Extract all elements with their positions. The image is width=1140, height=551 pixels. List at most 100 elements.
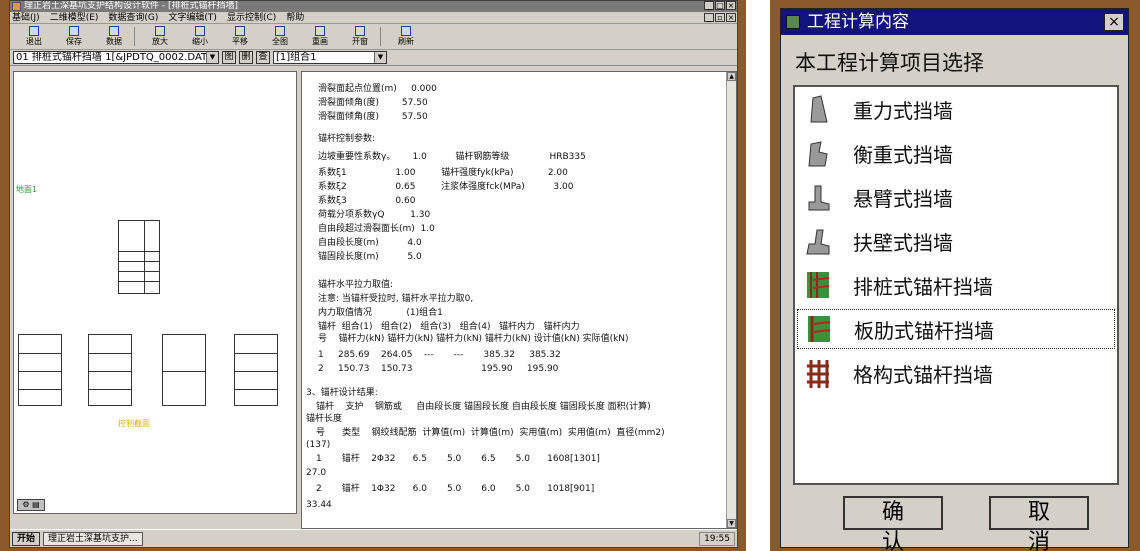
list-item[interactable]: 排桩式锚杆挡墙 [797,265,1115,305]
project-type-list[interactable]: 重力式挡墙衡重式挡墙悬臂式挡墙扶壁式挡墙排桩式锚杆挡墙 板肋式锚杆挡墙格构式锚杆挡… [793,85,1119,485]
toolbar-label: 数据 [106,37,122,46]
force-diagram-4 [234,334,278,406]
toolbar-button-9[interactable]: 刷新 [386,24,426,49]
list-item-label: 板肋式锚杆挡墙 [854,318,994,343]
window-title: 理正岩土深基坑支护结构设计软件 - [排桩式锚杆挡墙] [24,1,238,11]
app-background: 理正岩土深基坑支护结构设计软件 - [排桩式锚杆挡墙] _ □ × 基础(J) 二… [0,0,746,551]
toolbar-icon [355,26,365,36]
mdi-restore-button[interactable]: ▫ [715,13,725,22]
toolbar-icon [195,26,205,36]
system-tray-clock: 19:55 [699,531,735,546]
toolbar: 退出 保存 数据 放大 缩小 平移 全图 重画 开窗 刷新 [10,24,737,50]
dialog-prompt: 本工程计算项目选择 [795,51,984,75]
toolbar-button-1[interactable]: 保存 [54,24,94,49]
toolbar-label: 退出 [26,37,42,46]
menu-item-3[interactable]: 文字编辑(T) [168,12,217,23]
pane-tab[interactable]: ⚙ ▤ [17,499,45,511]
result-line: 33.44 [306,500,332,510]
result-line: 号 锚杆力(kN) 锚杆力(kN) 锚杆力(kN) 锚杆力(kN) 设计值(kN… [318,334,629,344]
window-titlebar: 理正岩土深基坑支护结构设计软件 - [排桩式锚杆挡墙] _ □ × [10,1,737,12]
lattice-anchor-wall-icon [801,356,835,390]
menu-item-1[interactable]: 二维模型(E) [50,12,99,23]
file-select[interactable]: 01 排桩式锚杆挡墙 1[&JPDTQ_0002.DAT ▼ [13,51,219,64]
result-line: 2 锚杆 1Φ32 6.0 5.0 6.0 5.0 1018[901] [316,484,595,494]
toolbar-icon [275,26,285,36]
menu-item-5[interactable]: 帮助 [286,12,304,23]
result-line: 锚杆长度 [306,414,343,424]
menu-item-2[interactable]: 数据查询(G) [108,12,158,23]
filebar-button-1[interactable]: 图 [222,51,236,64]
toolbar-button-7[interactable]: 重画 [300,24,340,49]
force-diagram-3 [162,334,206,406]
list-item-label: 衡重式挡墙 [853,142,953,167]
calc-content-dialog: 工程计算内容 × 本工程计算项目选择 重力式挡墙衡重式挡墙悬臂式挡墙扶壁式挡墙排… [780,8,1129,551]
start-button[interactable]: 开始 [12,531,41,546]
minimize-button[interactable]: _ [704,1,714,10]
chevron-down-icon: ▼ [374,52,386,63]
toolbar-label: 缩小 [192,37,208,46]
result-line: 滑裂面起点位置(m) 0.000 [318,84,437,94]
cancel-button[interactable]: 取消 [989,496,1089,551]
filebar-button-3[interactable]: 查 [256,51,270,64]
list-item[interactable]: 扶壁式挡墙 [797,221,1115,261]
file-bar: 01 排桩式锚杆挡墙 1[&JPDTQ_0002.DAT ▼ 图 删 查 [1]… [10,50,737,66]
dialog-app-icon [786,15,800,29]
toolbar-label: 刷新 [398,37,414,46]
scroll-up-icon[interactable]: ▲ [727,72,736,81]
toolbar-button-4[interactable]: 缩小 [180,24,220,49]
ok-button[interactable]: 确认 [843,496,943,551]
toolbar-button-2[interactable]: 数据 [94,24,134,49]
toolbar-icon [109,26,119,36]
section-label: 控制截面 [118,419,150,428]
maximize-button[interactable]: □ [715,1,725,10]
diagram-pane[interactable]: 地面1 控制截面 ⚙ ▤ [13,71,297,514]
ground-label: 地面1 [16,185,38,194]
result-line: 系数ξ2 0.65 注浆体强度fck(MPa) 3.00 [318,182,574,192]
list-item-label: 悬臂式挡墙 [853,186,953,211]
result-line: 1 锚杆 2Φ32 6.5 5.0 6.5 5.0 1608[1301] [316,454,600,464]
result-line: 注意: 当锚杆受拉时, 锚杆水平拉力取0, [318,294,474,304]
results-pane[interactable]: 滑裂面起点位置(m) 0.000 滑裂面倾角(度) 57.50 滑裂面倾角(度) 5… [301,71,737,529]
toolbar-label: 放大 [152,37,168,46]
list-item[interactable]: 悬臂式挡墙 [797,177,1115,217]
dialog-titlebar: 工程计算内容 × [781,9,1128,35]
result-line: 自由段超过滑裂面长(m) 1.0 [318,224,435,234]
dialog-close-button[interactable]: × [1104,13,1124,31]
menu-item-0[interactable]: 基础(J) [12,12,40,23]
list-item[interactable]: 衡重式挡墙 [797,133,1115,173]
toolbar-button-5[interactable]: 平移 [220,24,260,49]
toolbar-label: 平移 [232,37,248,46]
list-item[interactable]: 格构式锚杆挡墙 [797,353,1115,393]
result-line: 内力取值情况 (1)组合1 [318,308,443,318]
mdi-close-button[interactable]: × [726,13,736,22]
scroll-down-icon[interactable]: ▼ [727,519,736,528]
vertical-scrollbar[interactable]: ▲ ▼ [726,72,736,528]
result-line: 滑裂面倾角(度) 57.50 [318,98,428,108]
toolbar-label: 全图 [272,37,288,46]
toolbar-icon [155,26,165,36]
menu-item-4[interactable]: 显示控制(C) [227,12,276,23]
list-item[interactable]: 板肋式锚杆挡墙 [797,309,1115,349]
result-line: 2 150.73 150.73 195.90 195.90 [318,364,559,374]
result-line: 号 类型 钢绞线配筋 计算值(m) 计算值(m) 实用值(m) 实用值(m) 直… [316,428,665,438]
taskbar-app[interactable]: 理正岩土深基坑支护... [43,531,143,546]
result-line: 系数ξ1 1.00 锚杆强度fyk(kPa) 2.00 [318,168,568,178]
rib-anchor-wall-icon [802,312,836,346]
gravity-wall-icon [801,92,835,126]
close-button[interactable]: × [726,1,736,10]
balance-wall-icon [801,136,835,170]
list-item[interactable]: 重力式挡墙 [797,89,1115,129]
file-select-value: 01 排桩式锚杆挡墙 1[&JPDTQ_0002.DAT [16,52,208,63]
case-select[interactable]: [1]组合1 ▼ [273,51,387,64]
toolbar-button-6[interactable]: 全图 [260,24,300,49]
toolbar-button-3[interactable]: 放大 [140,24,180,49]
list-item-label: 排桩式锚杆挡墙 [853,274,993,299]
filebar-button-2[interactable]: 删 [239,51,253,64]
toolbar-button-8[interactable]: 开窗 [340,24,380,49]
result-line: 系数ξ3 0.60 [318,196,416,206]
taskbar: 开始 理正岩土深基坑支护... 19:55 [10,529,737,547]
menubar: 基础(J) 二维模型(E) 数据查询(G) 文字编辑(T) 显示控制(C) 帮助 _ ▫ … [10,12,737,24]
list-item-label: 重力式挡墙 [853,98,953,123]
mdi-minimize-button[interactable]: _ [704,13,714,22]
toolbar-button-0[interactable]: 退出 [14,24,54,49]
